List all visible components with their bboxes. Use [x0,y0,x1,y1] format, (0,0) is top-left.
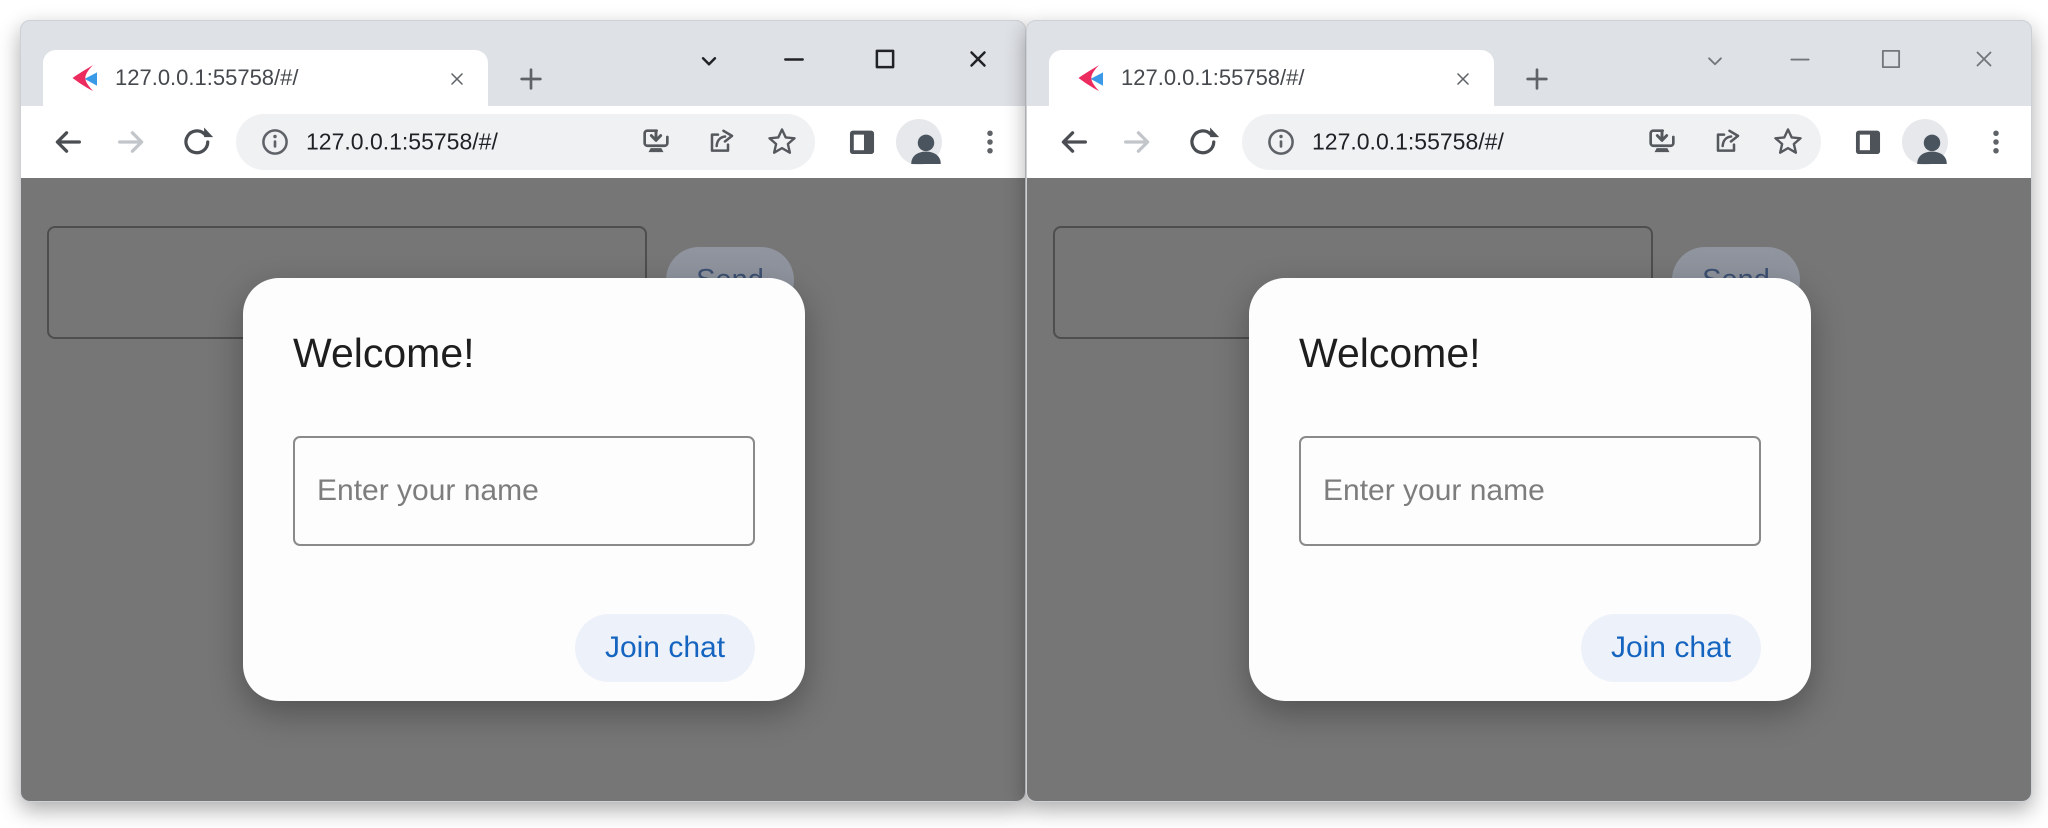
reload-button[interactable] [1186,125,1220,159]
back-button[interactable] [51,125,85,159]
new-tab-button[interactable] [1521,63,1553,95]
back-button[interactable] [1057,125,1091,159]
share-icon[interactable] [1710,126,1742,158]
tab-close-icon[interactable] [447,69,467,89]
browser-window-right: 127.0.0.1:55758/#/ 127.0.0.1:55758/#/ [1026,20,2032,802]
tab-strip: 127.0.0.1:55758/#/ [21,21,1025,106]
page-content: Send Welcome! Join chat [21,178,1025,801]
bookmark-star-icon[interactable] [1772,126,1804,158]
flet-favicon-icon [70,64,98,92]
page-content: Send Welcome! Join chat [1027,178,2031,801]
join-chat-button[interactable]: Join chat [1581,614,1761,682]
browser-menu-icon[interactable] [975,127,1005,157]
tab-title: 127.0.0.1:55758/#/ [1121,65,1305,91]
site-info-icon[interactable] [1265,126,1297,158]
profile-avatar[interactable] [896,119,942,165]
tab-strip: 127.0.0.1:55758/#/ [1027,21,2031,106]
side-panel-icon[interactable] [1851,125,1885,159]
window-minimize-button[interactable] [1787,46,1813,72]
address-bar[interactable]: 127.0.0.1:55758/#/ [1242,114,1821,170]
new-tab-button[interactable] [515,63,547,95]
address-bar[interactable]: 127.0.0.1:55758/#/ [236,114,815,170]
welcome-dialog: Welcome! Join chat [1249,278,1811,701]
site-info-icon[interactable] [259,126,291,158]
browser-tab[interactable]: 127.0.0.1:55758/#/ [43,50,488,106]
dialog-title: Welcome! [1299,330,1481,377]
forward-button[interactable] [114,125,148,159]
window-close-button[interactable] [965,46,991,72]
url-text: 127.0.0.1:55758/#/ [1312,129,1504,156]
browser-toolbar: 127.0.0.1:55758/#/ [21,106,1025,178]
profile-avatar[interactable] [1902,119,1948,165]
share-icon[interactable] [704,126,736,158]
browser-tab[interactable]: 127.0.0.1:55758/#/ [1049,50,1494,106]
name-input[interactable] [293,436,755,546]
window-minimize-button[interactable] [781,46,807,72]
join-chat-label: Join chat [1611,631,1731,665]
flet-favicon-icon [1076,64,1104,92]
tab-close-icon[interactable] [1453,69,1473,89]
window-close-button[interactable] [1971,46,1997,72]
tab-title: 127.0.0.1:55758/#/ [115,65,299,91]
join-chat-label: Join chat [605,631,725,665]
forward-button[interactable] [1120,125,1154,159]
bookmark-star-icon[interactable] [766,126,798,158]
url-text: 127.0.0.1:55758/#/ [306,129,498,156]
join-chat-button[interactable]: Join chat [575,614,755,682]
welcome-dialog: Welcome! Join chat [243,278,805,701]
browser-window-left: 127.0.0.1:55758/#/ 127.0.0.1:55758/#/ [20,20,1026,802]
window-maximize-button[interactable] [872,46,898,72]
tab-search-chevron-icon[interactable] [1702,48,1728,74]
desktop: 127.0.0.1:55758/#/ 127.0.0.1:55758/#/ [0,0,2048,828]
reload-button[interactable] [180,125,214,159]
side-panel-icon[interactable] [845,125,879,159]
install-app-icon[interactable] [1646,126,1678,158]
window-maximize-button[interactable] [1878,46,1904,72]
dialog-title: Welcome! [293,330,475,377]
browser-toolbar: 127.0.0.1:55758/#/ [1027,106,2031,178]
install-app-icon[interactable] [640,126,672,158]
browser-menu-icon[interactable] [1981,127,2011,157]
name-input[interactable] [1299,436,1761,546]
tab-search-chevron-icon[interactable] [696,48,722,74]
